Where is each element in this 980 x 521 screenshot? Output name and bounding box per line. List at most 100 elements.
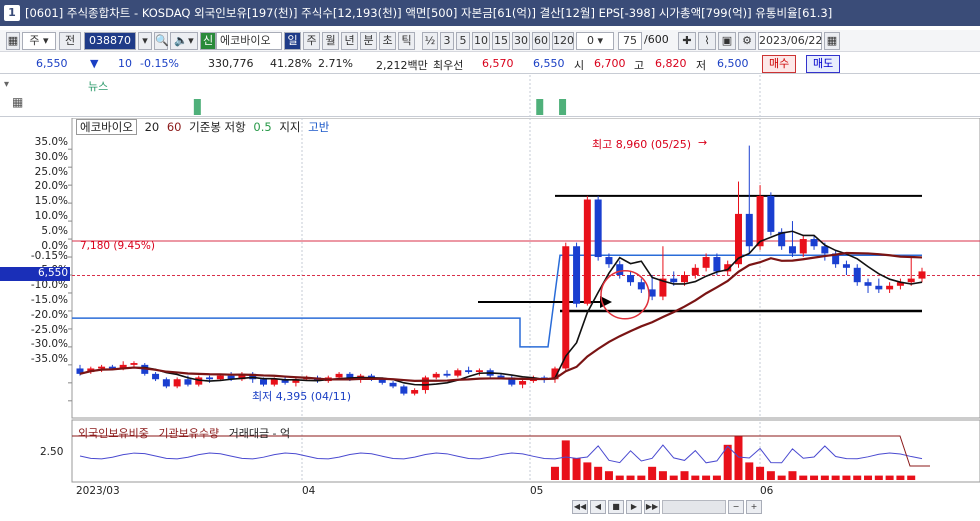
y-axis-label: 20.0% bbox=[34, 180, 68, 193]
candle-body bbox=[691, 267, 699, 275]
chart-canvas[interactable] bbox=[0, 117, 980, 518]
candle-body bbox=[465, 370, 473, 373]
buy-button[interactable]: 매수 bbox=[762, 55, 797, 73]
sub-volume-bar bbox=[637, 475, 646, 480]
legend-support[interactable]: 지지 bbox=[279, 120, 300, 134]
prev-button[interactable]: 전 bbox=[59, 32, 81, 50]
minute-tab-5[interactable]: 60 bbox=[532, 32, 550, 50]
candle-body bbox=[443, 373, 451, 376]
y-axis-label: 30.0% bbox=[34, 150, 68, 163]
period-tab-3[interactable]: 년 bbox=[341, 32, 358, 50]
y-axis-label: 15.0% bbox=[34, 195, 68, 208]
candle-body bbox=[562, 246, 570, 369]
sub-volume-bar bbox=[756, 466, 765, 480]
candle-body bbox=[594, 199, 602, 258]
period-tab-2[interactable]: 월 bbox=[322, 32, 339, 50]
quote-bar: 6,550 ▼ 10 -0.15% 330,776 41.28% 2.71% 2… bbox=[0, 54, 980, 74]
period-tab-4[interactable]: 분 bbox=[360, 32, 377, 50]
best-label: 최우선 bbox=[433, 59, 464, 72]
minute-tab-6[interactable]: 120 bbox=[552, 32, 574, 50]
sub-legend-b[interactable]: 기관보유수량 bbox=[158, 427, 219, 440]
candle-body bbox=[519, 381, 527, 385]
legend-ma60[interactable]: 60 bbox=[167, 120, 182, 134]
sub-volume-bar bbox=[777, 475, 786, 480]
period-tab-5[interactable]: 초 bbox=[379, 32, 396, 50]
period-tab-6[interactable]: 틱 bbox=[398, 32, 415, 50]
toolbar: ▦ 주 ▾ 전 038870 ▾ 🔍 🔈▾ 신 에코바이오 일주월년분초틱 ½ … bbox=[0, 30, 980, 52]
stop-icon[interactable]: ■ bbox=[608, 500, 624, 514]
x-axis-label: 06 bbox=[760, 485, 774, 497]
low-annotation: 최저 4,395 (04/11) bbox=[252, 390, 352, 403]
zoom-in-icon[interactable]: + bbox=[746, 500, 762, 514]
minute-tab-1[interactable]: 5 bbox=[456, 32, 470, 50]
minute-tab-0[interactable]: 3 bbox=[440, 32, 454, 50]
candle-body bbox=[335, 373, 343, 378]
save-icon[interactable]: ▣ bbox=[718, 32, 736, 50]
code-input[interactable]: 038870 bbox=[84, 32, 136, 50]
title-bar: 1 [0601] 주식종합차트 - KOSDAQ 외국인보유[197(천)] 주… bbox=[0, 0, 980, 26]
candle-body bbox=[637, 282, 645, 290]
zoom-out-icon[interactable]: − bbox=[728, 500, 744, 514]
gear-icon[interactable]: ⚙ bbox=[738, 32, 756, 50]
chart-legend: 에코바이오 20 60 기준봉 저항 0.5 지지 고반 bbox=[76, 119, 329, 135]
sub-volume-bar bbox=[669, 475, 678, 480]
period-tab-0[interactable]: 일 bbox=[284, 32, 301, 50]
ma20-line bbox=[79, 230, 923, 386]
legend-high[interactable]: 고반 bbox=[308, 120, 329, 134]
candle-body bbox=[788, 246, 796, 254]
y-axis-label: 10.0% bbox=[34, 210, 68, 222]
x-axis-label: 04 bbox=[302, 485, 316, 497]
spin-input[interactable]: 0 ▾ bbox=[576, 32, 614, 50]
speaker-icon[interactable]: 🔈▾ bbox=[170, 32, 198, 50]
layout-icon[interactable]: ▦ bbox=[6, 32, 20, 50]
tool-icon-1[interactable]: ✚ bbox=[678, 32, 696, 50]
high-label: 고 bbox=[634, 59, 645, 72]
period-select[interactable]: 주 ▾ bbox=[22, 32, 56, 50]
candle-body bbox=[184, 379, 192, 385]
candle-body bbox=[206, 377, 214, 380]
x-axis-label: 2023/03 bbox=[76, 485, 120, 497]
sub-volume-bar bbox=[788, 471, 797, 480]
price: 6,550 bbox=[36, 57, 68, 70]
scrollbar[interactable] bbox=[662, 500, 726, 514]
sub-volume-bar bbox=[712, 475, 721, 480]
legend-ma20[interactable]: 20 bbox=[145, 120, 160, 134]
first-icon[interactable]: ◀◀ bbox=[572, 500, 588, 514]
sub-legend-a[interactable]: 외국인보유비중 bbox=[78, 427, 149, 440]
count-input[interactable]: 75 bbox=[618, 32, 642, 50]
candle-body bbox=[681, 275, 689, 283]
candle-body bbox=[821, 246, 829, 254]
minute-tab-2[interactable]: 10 bbox=[472, 32, 490, 50]
calendar-icon[interactable]: ▦ bbox=[824, 32, 840, 50]
legend-ref[interactable]: 기준봉 저항 bbox=[189, 120, 246, 134]
legend-stock-name[interactable]: 에코바이오 bbox=[76, 119, 137, 135]
minute-tab-4[interactable]: 30 bbox=[512, 32, 530, 50]
stock-chart[interactable]: 에코바이오 20 60 기준봉 저항 0.5 지지 고반 35.0% 30.0% 2… bbox=[0, 117, 980, 518]
change-icon: ▼ bbox=[90, 57, 99, 70]
tool-icon-2[interactable]: ⌇ bbox=[698, 32, 716, 50]
y-axis-label: -25.0% bbox=[30, 323, 68, 336]
candle-body bbox=[864, 282, 872, 286]
legend-ref-val[interactable]: 0.5 bbox=[253, 120, 271, 134]
candle-body bbox=[216, 375, 224, 380]
last-icon[interactable]: ▶▶ bbox=[644, 500, 660, 514]
fraction-button[interactable]: ½ bbox=[422, 32, 438, 50]
open-price: 6,700 bbox=[594, 57, 626, 70]
prev-icon[interactable]: ◀ bbox=[590, 500, 606, 514]
candle-body bbox=[421, 377, 429, 391]
candle-body bbox=[162, 379, 170, 387]
candle-body bbox=[605, 257, 613, 265]
next-icon[interactable]: ▶ bbox=[626, 500, 642, 514]
date-input[interactable]: 2023/06/22 bbox=[758, 32, 822, 50]
code-dropdown-icon[interactable]: ▾ bbox=[138, 32, 152, 50]
ref-line-label: 7,180 (9.45%) bbox=[80, 240, 155, 252]
candle-body bbox=[853, 267, 861, 283]
minute-tab-3[interactable]: 15 bbox=[492, 32, 510, 50]
period-tab-1[interactable]: 주 bbox=[303, 32, 320, 50]
search-icon[interactable]: 🔍 bbox=[154, 32, 169, 50]
window-number: 1 bbox=[4, 5, 20, 21]
high-price: 6,820 bbox=[655, 57, 687, 70]
news-bar bbox=[559, 99, 567, 115]
sub-legend-c[interactable]: 거래대금 - 억 bbox=[229, 427, 291, 440]
sell-button[interactable]: 매도 bbox=[806, 55, 841, 73]
